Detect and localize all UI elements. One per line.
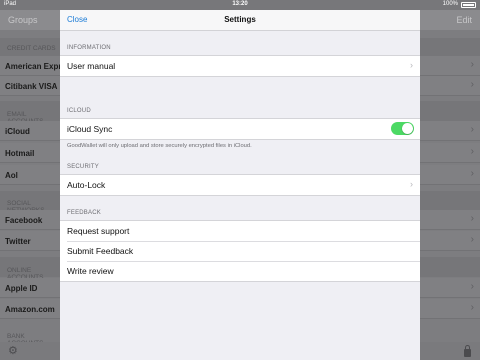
- chevron-right-icon: ›: [470, 146, 474, 157]
- security-group: Auto-Lock ›: [60, 174, 420, 196]
- write-review-row[interactable]: Write review: [60, 261, 420, 281]
- section-header: CREDIT CARDS: [7, 45, 56, 52]
- list-item: Aol: [0, 165, 60, 185]
- request-support-row[interactable]: Request support: [60, 221, 420, 241]
- auto-lock-label: Auto-Lock: [67, 180, 106, 190]
- list-item-accessory: ›: [420, 165, 480, 185]
- icloud-sync-label: iCloud Sync: [67, 124, 113, 134]
- battery-percent: 100%: [442, 1, 458, 7]
- battery-icon: [461, 2, 476, 8]
- list-item-accessory: ›: [420, 299, 480, 319]
- user-manual-row[interactable]: User manual ›: [60, 56, 420, 76]
- chevron-right-icon: ›: [470, 302, 474, 313]
- icloud-sync-row: iCloud Sync: [60, 119, 420, 139]
- information-group: User manual ›: [60, 55, 420, 77]
- section-band: [420, 257, 480, 277]
- section-header-icloud: ICLOUD: [67, 108, 91, 114]
- chevron-right-icon: ›: [470, 168, 474, 179]
- chevron-right-icon: ›: [410, 60, 413, 70]
- edit-button: Edit: [456, 15, 472, 25]
- chevron-right-icon: ›: [410, 179, 413, 189]
- gear-icon: ⚙: [8, 345, 18, 357]
- section-band: [420, 38, 480, 58]
- list-item: Hotmail: [0, 143, 60, 163]
- auto-lock-row[interactable]: Auto-Lock ›: [60, 175, 420, 195]
- chevron-right-icon: ›: [470, 234, 474, 245]
- submit-feedback-row[interactable]: Submit Feedback: [60, 241, 420, 261]
- status-bar: iPad 13:20 100%: [0, 0, 480, 10]
- list-item-accessory: ›: [420, 56, 480, 76]
- section-header-information: INFORMATION: [67, 45, 111, 51]
- lock-icon: [464, 345, 471, 357]
- icloud-group: iCloud Sync: [60, 118, 420, 140]
- list-item: Amazon.com: [0, 299, 60, 319]
- section-header-security: SECURITY: [67, 164, 99, 170]
- feedback-group: Request support Submit Feedback Write re…: [60, 220, 420, 282]
- icloud-footnote: GoodWallet will only upload and store se…: [67, 143, 252, 149]
- chevron-right-icon: ›: [470, 213, 474, 224]
- modal-title: Settings: [224, 15, 256, 24]
- submit-feedback-label: Submit Feedback: [67, 246, 134, 256]
- section-band: [420, 191, 480, 211]
- list-item: iCloud: [0, 121, 60, 141]
- list-item: Citibank VISA: [0, 76, 60, 96]
- user-manual-label: User manual: [67, 61, 116, 71]
- section-band: [420, 101, 480, 121]
- list-item: Apple ID: [0, 278, 60, 298]
- request-support-label: Request support: [67, 226, 130, 236]
- list-item-accessory: ›: [420, 121, 480, 141]
- clock: 13:20: [232, 1, 248, 7]
- chevron-right-icon: ›: [470, 59, 474, 70]
- list-item-accessory: ›: [420, 231, 480, 251]
- list-item: Facebook: [0, 210, 60, 230]
- list-item-accessory: ›: [420, 76, 480, 96]
- list-item-accessory: ›: [420, 278, 480, 298]
- icloud-sync-toggle[interactable]: [391, 122, 414, 135]
- chevron-right-icon: ›: [470, 79, 474, 90]
- list-item-accessory: ›: [420, 143, 480, 163]
- chevron-right-icon: ›: [470, 281, 474, 292]
- write-review-label: Write review: [67, 266, 114, 276]
- settings-modal: Close Settings INFORMATION User manual ›…: [60, 10, 420, 360]
- list-item: American Express: [0, 56, 60, 76]
- groups-button: Groups: [8, 15, 38, 25]
- list-item-accessory: ›: [420, 210, 480, 230]
- list-item: Twitter: [0, 231, 60, 251]
- chevron-right-icon: ›: [470, 124, 474, 135]
- section-header-feedback: FEEDBACK: [67, 210, 101, 216]
- toggle-knob: [402, 123, 413, 134]
- modal-nav-bar: Close Settings: [60, 10, 420, 31]
